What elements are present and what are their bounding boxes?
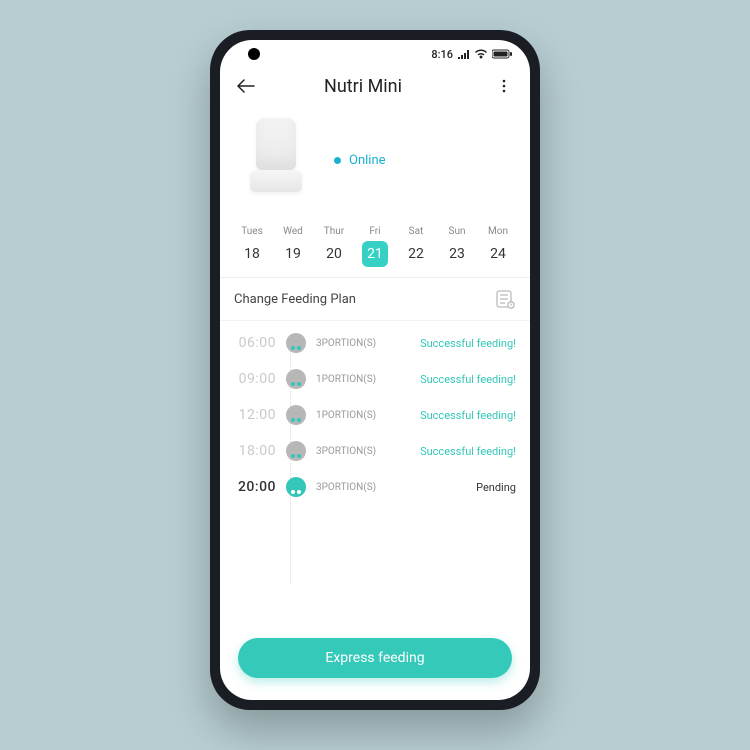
- device-status: Online: [334, 153, 386, 168]
- status-bar: 8:16: [220, 40, 530, 68]
- feeding-row[interactable]: 09:00 1PORTION(S) Successful feeding!: [234, 361, 516, 397]
- day-number: 21: [362, 241, 388, 267]
- feeding-time: 09:00: [234, 371, 276, 387]
- day-thur[interactable]: Thur 20: [314, 226, 354, 267]
- feeding-status: Successful feeding!: [406, 409, 516, 422]
- feeding-time: 12:00: [234, 407, 276, 423]
- feeding-list: 06:003PORTION(S)Successful feeding!09:00…: [220, 321, 530, 624]
- feeding-status: Pending: [406, 481, 516, 494]
- day-name: Thur: [314, 226, 354, 237]
- status-text: Online: [349, 153, 386, 168]
- feeding-portions: 1PORTION(S): [316, 374, 396, 385]
- day-wed[interactable]: Wed 19: [273, 226, 313, 267]
- day-number: 19: [280, 241, 306, 267]
- feeding-portions: 3PORTION(S): [316, 482, 396, 493]
- feeding-time: 20:00: [234, 479, 276, 495]
- feeding-status: Successful feeding!: [406, 373, 516, 386]
- app-header: Nutri Mini: [220, 68, 530, 108]
- more-vertical-icon: [502, 79, 506, 93]
- status-dot-icon: [334, 157, 341, 164]
- feeding-status: Successful feeding!: [406, 337, 516, 350]
- day-name: Fri: [355, 226, 395, 237]
- feeding-portions: 3PORTION(S): [316, 446, 396, 457]
- day-number: 20: [321, 241, 347, 267]
- battery-icon: [492, 49, 512, 59]
- day-number: 24: [485, 241, 511, 267]
- day-name: Tues: [232, 226, 272, 237]
- signal-icon: [458, 49, 470, 59]
- day-number: 18: [239, 241, 265, 267]
- feeding-time: 06:00: [234, 335, 276, 351]
- day-name: Sun: [437, 226, 477, 237]
- status-time: 8:16: [431, 48, 453, 61]
- wifi-icon: [474, 49, 488, 59]
- day-number: 22: [403, 241, 429, 267]
- phone-frame: 8:16 Nutri Mini Online Tues18Wed19Thu: [210, 30, 540, 710]
- feeding-time: 18:00: [234, 443, 276, 459]
- feeding-row[interactable]: 20:00 3PORTION(S) Pending: [234, 469, 516, 505]
- feeding-portions: 1PORTION(S): [316, 410, 396, 421]
- feeding-row[interactable]: 18:00 3PORTION(S) Successful feeding!: [234, 433, 516, 469]
- screen: 8:16 Nutri Mini Online Tues18Wed19Thu: [220, 40, 530, 700]
- cta-area: Express feeding: [220, 624, 530, 700]
- plan-settings-icon[interactable]: [494, 288, 516, 310]
- status-icons: [458, 49, 512, 59]
- day-name: Mon: [478, 226, 518, 237]
- camera-hole-icon: [248, 48, 260, 60]
- feeding-row[interactable]: 12:00 1PORTION(S) Successful feeding!: [234, 397, 516, 433]
- bowl-icon: [286, 477, 306, 497]
- device-panel: Online: [220, 108, 530, 222]
- bowl-icon: [286, 441, 306, 461]
- device-image: [244, 114, 310, 206]
- express-feeding-button[interactable]: Express feeding: [238, 638, 512, 678]
- bowl-icon: [286, 405, 306, 425]
- feeding-row[interactable]: 06:00 3PORTION(S) Successful feeding!: [234, 325, 516, 361]
- feeding-plan-header[interactable]: Change Feeding Plan: [220, 278, 530, 321]
- page-title: Nutri Mini: [244, 76, 482, 97]
- feeding-plan-title: Change Feeding Plan: [234, 292, 356, 307]
- bowl-icon: [286, 333, 306, 353]
- day-name: Wed: [273, 226, 313, 237]
- day-sat[interactable]: Sat 22: [396, 226, 436, 267]
- day-tues[interactable]: Tues 18: [232, 226, 272, 267]
- week-selector[interactable]: Tues 18 Wed 19 Thur 20 Fri 21 Sat 22 Sun 23 Mon 24: [220, 222, 530, 278]
- day-mon[interactable]: Mon 24: [478, 226, 518, 267]
- day-name: Sat: [396, 226, 436, 237]
- feeding-portions: 3PORTION(S): [316, 338, 396, 349]
- day-sun[interactable]: Sun 23: [437, 226, 477, 267]
- day-fri[interactable]: Fri 21: [355, 226, 395, 267]
- bowl-icon: [286, 369, 306, 389]
- more-button[interactable]: [492, 74, 516, 98]
- day-number: 23: [444, 241, 470, 267]
- feeding-status: Successful feeding!: [406, 445, 516, 458]
